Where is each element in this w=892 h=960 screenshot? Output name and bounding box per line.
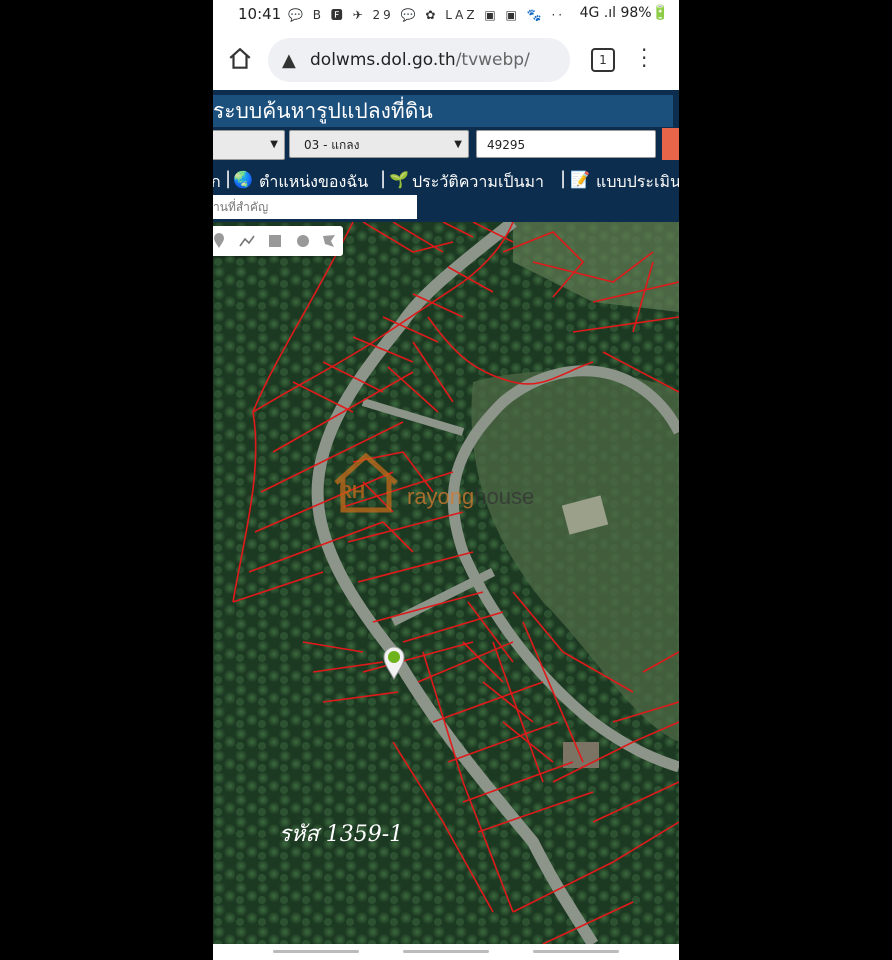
sprout-icon: 🌱 bbox=[389, 170, 409, 189]
status-time: 10:41 bbox=[238, 5, 282, 23]
nav-separator: | bbox=[225, 168, 232, 189]
watermark-brand-a: rayong bbox=[407, 484, 475, 509]
rectangle-icon[interactable] bbox=[267, 233, 283, 249]
globe-icon: 🌏 bbox=[233, 170, 253, 189]
watermark-brand-b: house bbox=[474, 484, 535, 509]
tab-switcher-button[interactable]: 1 bbox=[591, 48, 615, 72]
nav-separator: | bbox=[380, 168, 387, 189]
nav-menu: ก | 🌏 ตำแหน่งของฉัน | 🌱 ประวัติความเป็นม… bbox=[213, 168, 679, 194]
province-select[interactable]: ▼ bbox=[213, 130, 285, 160]
app-title: ระบบค้นหารูปแปลงที่ดิน bbox=[213, 95, 673, 127]
polygon-icon[interactable] bbox=[321, 233, 337, 249]
map-pin-icon[interactable] bbox=[383, 646, 405, 680]
nav-item-my-location[interactable]: ตำแหน่งของฉัน bbox=[259, 170, 368, 195]
nav-item-partial[interactable]: ก bbox=[213, 170, 221, 195]
nav-separator: | bbox=[560, 168, 567, 189]
draw-toolbar bbox=[213, 226, 343, 256]
warning-icon[interactable]: ▲ bbox=[282, 50, 296, 71]
gesture-handle[interactable] bbox=[403, 950, 489, 953]
nav-item-history[interactable]: ประวัติความเป็นมา bbox=[412, 170, 544, 195]
url-host: dolwms.dol.go.th bbox=[310, 50, 456, 70]
memo-icon: 📝 bbox=[570, 170, 590, 189]
phone-screen: 10:41 💬 B 🅵 ✈ 29 💬 ✿ LAZ ▣ ▣ 🐾 ·· 4G .ıl… bbox=[213, 0, 679, 960]
watermark-rh: RH bbox=[339, 482, 365, 502]
more-menu-icon[interactable]: · · · bbox=[641, 40, 647, 76]
polyline-icon[interactable] bbox=[239, 233, 255, 249]
search-button[interactable] bbox=[662, 128, 679, 160]
nav-item-assessment[interactable]: แบบประเมิน bbox=[596, 170, 679, 195]
home-icon[interactable] bbox=[227, 46, 253, 72]
browser-toolbar: ▲ dolwms.dol.go.th/tvwebp/ 1 · · · bbox=[213, 30, 679, 90]
marker-icon[interactable] bbox=[213, 233, 227, 249]
url-text[interactable]: dolwms.dol.go.th/tvwebp/ bbox=[310, 50, 530, 70]
address-bar[interactable]: ▲ dolwms.dol.go.th/tvwebp/ bbox=[268, 38, 570, 82]
map-view[interactable]: RH rayonghouse รหัส 1359-1 bbox=[213, 222, 679, 944]
district-select[interactable]: 03 - แกลง ▼ bbox=[289, 130, 469, 158]
place-search-input[interactable]: านที่สำคัญ bbox=[213, 195, 417, 219]
url-path: /tvwebp/ bbox=[455, 50, 530, 70]
app-header: ระบบค้นหารูปแปลงที่ดิน ▼ 03 - แกลง ▼ 4929… bbox=[213, 90, 679, 222]
district-select-value: 03 - แกลง bbox=[304, 138, 360, 152]
chevron-down-icon: ▼ bbox=[270, 139, 278, 150]
status-bar: 10:41 💬 B 🅵 ✈ 29 💬 ✿ LAZ ▣ ▣ 🐾 ·· 4G .ıl… bbox=[213, 0, 679, 30]
watermark-logo: RH rayonghouse bbox=[331, 448, 571, 518]
chevron-down-icon: ▼ bbox=[454, 139, 462, 150]
notification-icons: 💬 B 🅵 ✈ 29 💬 ✿ LAZ ▣ ▣ 🐾 ·· bbox=[288, 8, 566, 22]
watermark-brand: rayonghouse bbox=[407, 484, 534, 510]
status-right-indicators: 4G .ıl 98%🔋 bbox=[579, 5, 669, 21]
parcel-number-input[interactable]: 49295 bbox=[476, 130, 656, 158]
circle-icon[interactable] bbox=[295, 233, 311, 249]
parcel-code-label: รหัส 1359-1 bbox=[279, 822, 404, 847]
gesture-bar bbox=[213, 944, 679, 960]
gesture-handle[interactable] bbox=[273, 950, 359, 953]
gesture-handle[interactable] bbox=[533, 950, 619, 953]
